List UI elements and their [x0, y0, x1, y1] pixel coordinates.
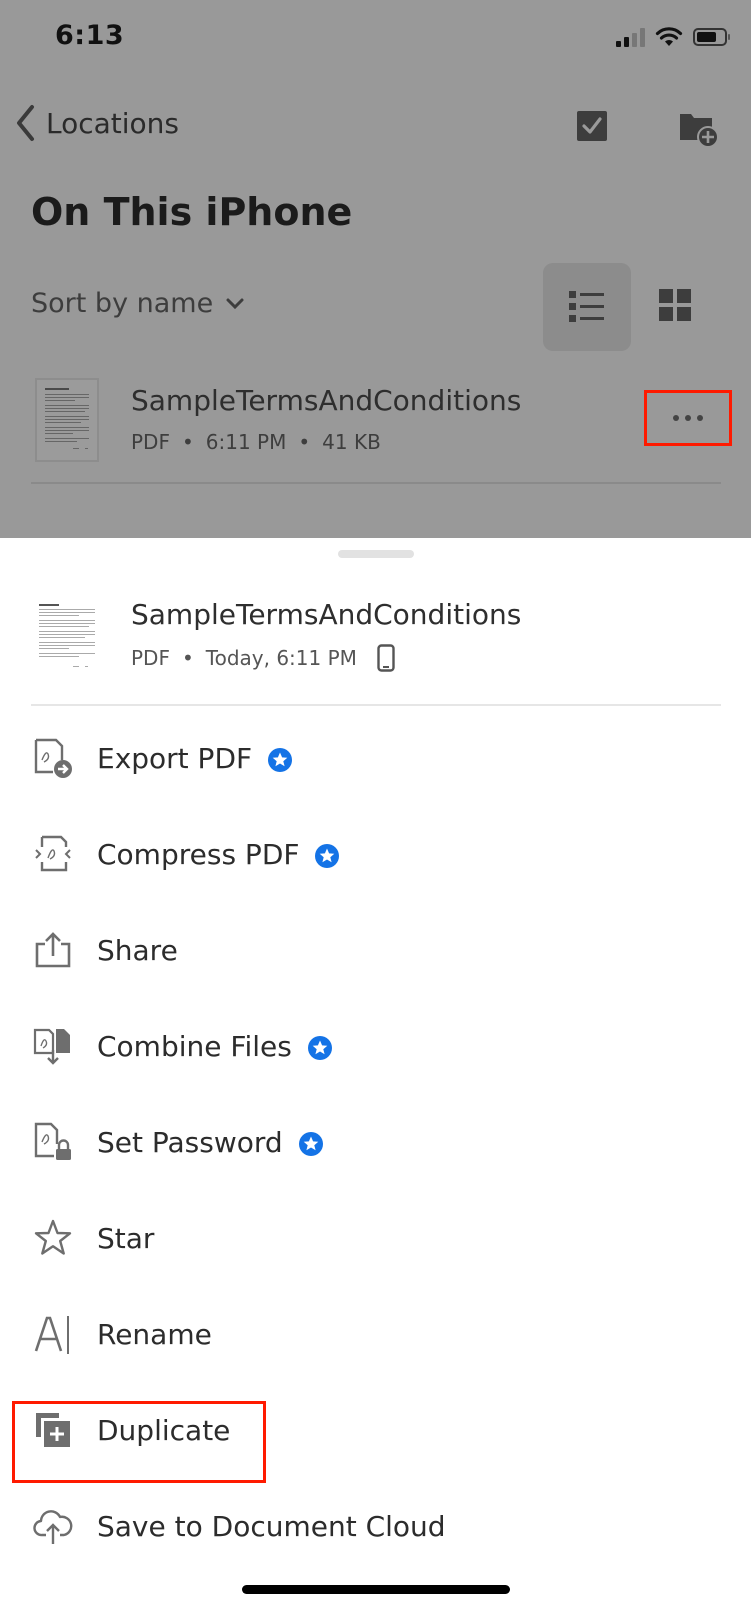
divider — [31, 704, 721, 706]
menu-item-duplicate[interactable]: Duplicate — [0, 1382, 751, 1478]
file-modified: 6:11 PM — [205, 430, 287, 454]
menu-item-compress-pdf[interactable]: Compress PDF — [0, 806, 751, 902]
divider — [31, 482, 721, 484]
cellular-signal-icon — [616, 27, 645, 47]
file-action-sheet: SampleTermsAndConditions PDF • Today, 6:… — [0, 538, 751, 1600]
background-page-dimmed[interactable]: 6:13 Locations On This iPhone Sort by na… — [0, 0, 751, 538]
sheet-file-name: SampleTermsAndConditions — [131, 598, 522, 631]
battery-icon — [693, 28, 730, 46]
meta-separator: • — [298, 430, 311, 454]
menu-item-label: Duplicate — [97, 1413, 231, 1447]
status-time: 6:13 — [55, 20, 125, 51]
premium-badge-icon — [298, 1131, 323, 1156]
chevron-left-icon — [17, 105, 34, 141]
list-view-icon — [569, 291, 604, 322]
menu-item-label: Save to Document Cloud — [97, 1509, 446, 1543]
menu-item-star[interactable]: Star — [0, 1190, 751, 1286]
grid-view-button[interactable] — [655, 285, 695, 325]
phone-icon — [377, 644, 395, 672]
more-icon-dot — [697, 415, 703, 421]
sheet-file-meta: PDF • Today, 6:11 PM — [131, 644, 395, 672]
back-label: Locations — [46, 106, 180, 140]
menu-item-rename[interactable]: Rename — [0, 1286, 751, 1382]
menu-item-label: Rename — [97, 1317, 212, 1351]
duplicate-icon — [36, 1413, 70, 1447]
back-button[interactable]: Locations — [14, 104, 179, 142]
file-name: SampleTermsAndConditions — [131, 384, 522, 417]
share-icon — [35, 932, 71, 968]
star-icon — [34, 1219, 72, 1255]
new-folder-icon[interactable] — [678, 110, 720, 148]
chevron-down-icon — [226, 298, 244, 309]
sheet-file-header: SampleTermsAndConditions PDF • Today, 6:… — [31, 588, 721, 706]
menu-item-label: Set Password — [97, 1126, 323, 1159]
file-size: 41 KB — [322, 430, 381, 454]
sort-dropdown[interactable]: Sort by name — [31, 288, 245, 319]
pdf-thumbnail — [35, 378, 99, 462]
menu-item-set-password[interactable]: Set Password — [0, 1094, 751, 1190]
meta-separator: • — [181, 430, 194, 454]
file-type: PDF — [131, 646, 170, 670]
menu-item-label: Compress PDF — [97, 838, 340, 871]
premium-badge-icon — [307, 1035, 332, 1060]
file-type: PDF — [131, 430, 170, 454]
grid-view-icon — [658, 288, 691, 321]
sort-label: Sort by name — [31, 288, 214, 319]
set-password-icon — [34, 1122, 71, 1160]
status-icons — [616, 26, 730, 48]
menu-item-label: Star — [97, 1221, 155, 1255]
more-icon-dot — [673, 415, 679, 421]
menu-item-combine-files[interactable]: Combine Files — [0, 998, 751, 1094]
combine-files-icon — [33, 1028, 70, 1065]
menu-item-save-to-document-cloud[interactable]: Save to Document Cloud — [0, 1478, 751, 1574]
file-list-item[interactable]: SampleTermsAndConditions PDF • 6:11 PM •… — [31, 378, 721, 484]
select-checkbox-icon[interactable] — [576, 110, 608, 142]
premium-badge-icon — [268, 747, 293, 772]
menu-item-label: Combine Files — [97, 1030, 332, 1063]
rename-icon — [34, 1316, 69, 1354]
wifi-icon — [655, 27, 683, 46]
file-modified: Today, 6:11 PM — [205, 646, 357, 670]
premium-badge-icon — [315, 843, 340, 868]
compress-pdf-icon — [35, 835, 71, 872]
meta-separator: • — [181, 646, 194, 670]
export-pdf-icon — [34, 738, 72, 778]
menu-item-export-pdf[interactable]: Export PDF — [0, 710, 751, 806]
file-meta: PDF • 6:11 PM • 41 KB — [131, 430, 381, 454]
status-bar: 6:13 — [0, 0, 751, 80]
pdf-thumbnail — [39, 604, 95, 667]
page-title: On This iPhone — [31, 190, 353, 234]
menu-item-label: Export PDF — [97, 742, 293, 775]
more-options-button[interactable] — [644, 390, 732, 446]
sheet-grabber-handle[interactable] — [338, 550, 414, 558]
list-view-button[interactable] — [543, 263, 631, 351]
cloud-upload-icon — [33, 1510, 73, 1544]
more-icon-dot — [685, 415, 691, 421]
menu-item-share[interactable]: Share — [0, 902, 751, 998]
menu-item-label: Share — [97, 933, 178, 967]
home-indicator[interactable] — [242, 1585, 510, 1594]
